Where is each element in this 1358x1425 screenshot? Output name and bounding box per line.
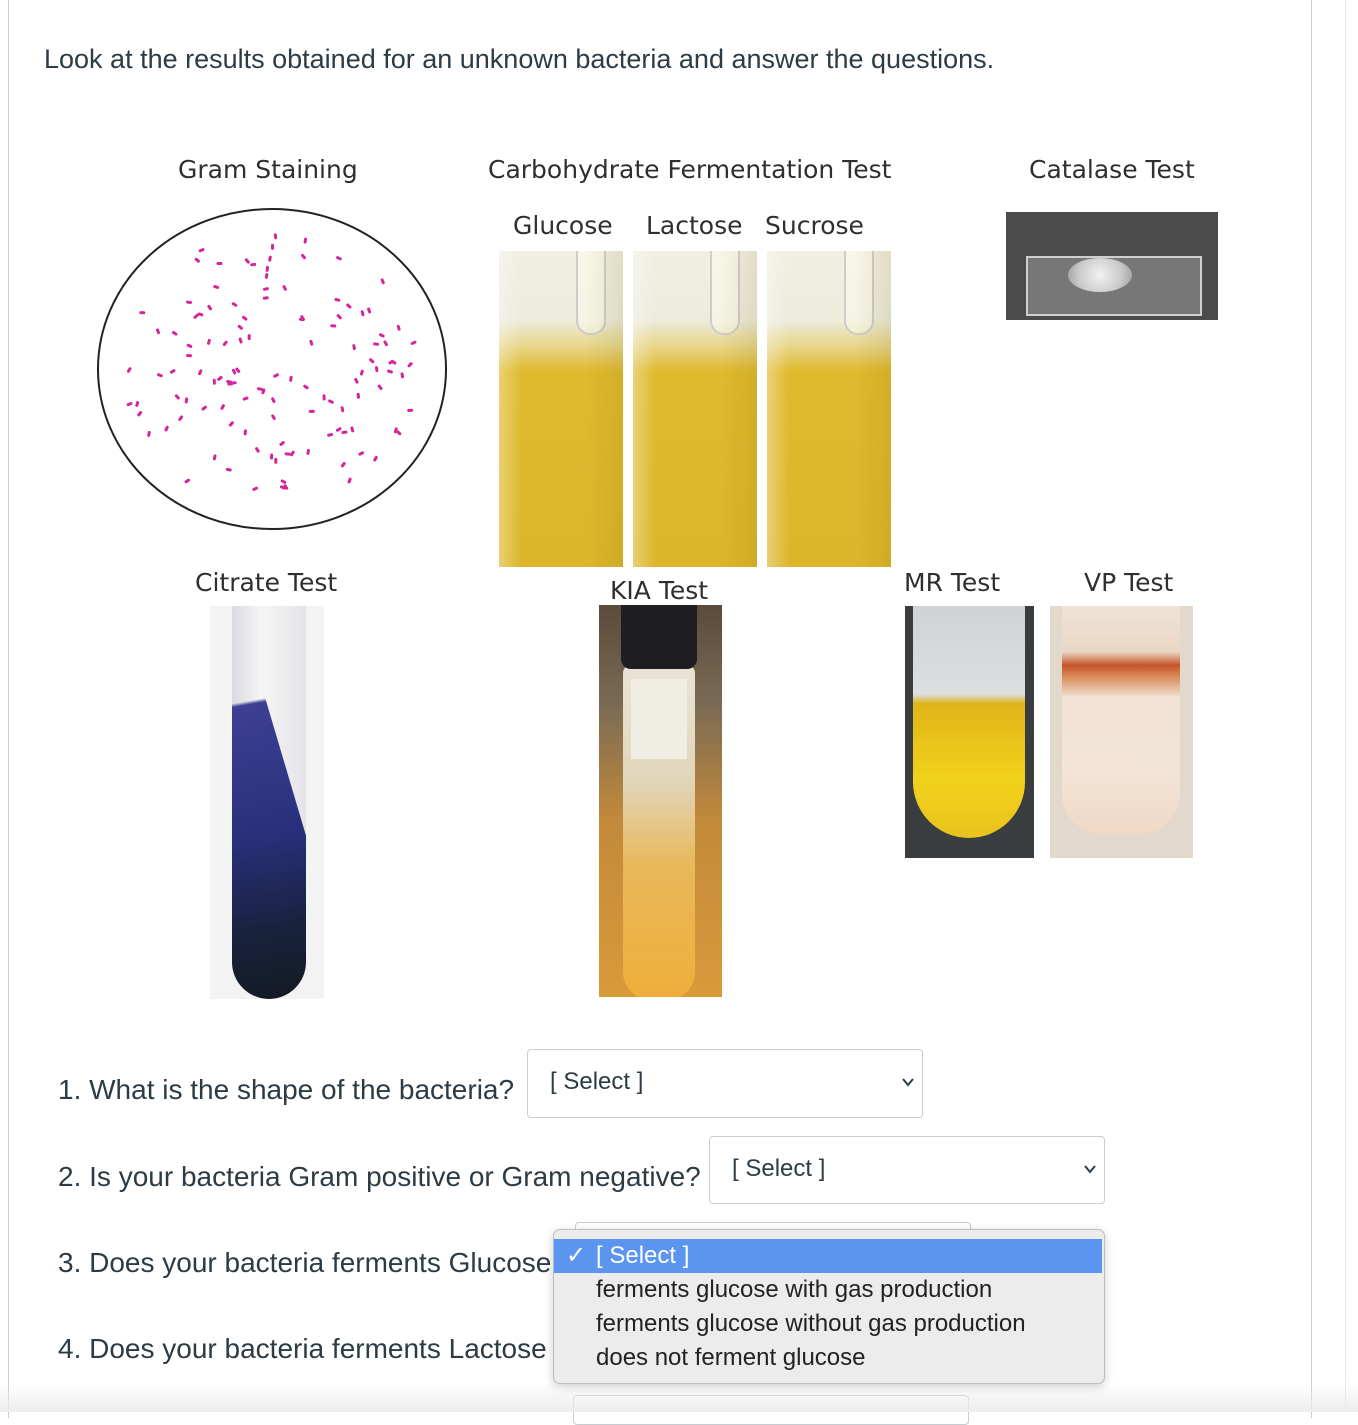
vp-tube-image [1050,606,1193,858]
citrate-label: Citrate Test [195,568,338,597]
sucrose-label: Sucrose [765,211,864,240]
kia-label: KIA Test [610,576,709,605]
glucose-label: Glucose [513,211,613,240]
citrate-tube-image [210,606,324,999]
scrollbar-track [1345,0,1346,1412]
gram-staining-label: Gram Staining [178,155,358,184]
dropdown-option-no-ferment[interactable]: does not ferment glucose [554,1341,1102,1375]
dropdown-option-select[interactable]: ✓ [ Select ] [554,1239,1102,1273]
gram-stain-image [97,208,447,530]
lactose-label: Lactose [646,211,743,240]
sucrose-tube-image [767,251,891,567]
intro-text: Look at the results obtained for an unkn… [44,44,995,74]
question-2-text: 2. Is your bacteria Gram positive or Gra… [58,1161,701,1192]
glucose-tube-image [499,251,623,567]
question-2-select[interactable]: [ Select ] [709,1136,1105,1204]
chevron-down-icon [1084,1165,1096,1174]
mr-label: MR Test [904,568,1001,597]
kia-tube-image [599,605,722,997]
checkmark-icon: ✓ [566,1242,587,1269]
mr-tube-image [905,606,1034,858]
select-value: [ Select ] [550,1068,644,1095]
catalase-image [1006,212,1218,320]
catalase-label: Catalase Test [1029,155,1195,184]
question-1-select[interactable]: [ Select ] [527,1049,923,1118]
page-bottom-fade [0,1382,1358,1412]
question-3-text: 3. Does your bacteria ferments Glucose [58,1247,552,1278]
dropdown-option-without-gas[interactable]: ferments glucose without gas production [554,1307,1102,1341]
vp-label: VP Test [1084,568,1174,597]
select-value: [ Select ] [732,1155,826,1182]
dropdown-option-with-gas[interactable]: ferments glucose with gas production [554,1273,1102,1307]
question-1-text: 1. What is the shape of the bacteria? [58,1074,515,1105]
carb-fermentation-title: Carbohydrate Fermentation Test [488,155,892,184]
chevron-down-icon [902,1078,914,1087]
question-4-text: 4. Does your bacteria ferments Lactose [58,1333,547,1364]
lactose-tube-image [633,251,757,567]
glucose-options-dropdown[interactable]: ✓ [ Select ] ferments glucose with gas p… [553,1229,1105,1384]
